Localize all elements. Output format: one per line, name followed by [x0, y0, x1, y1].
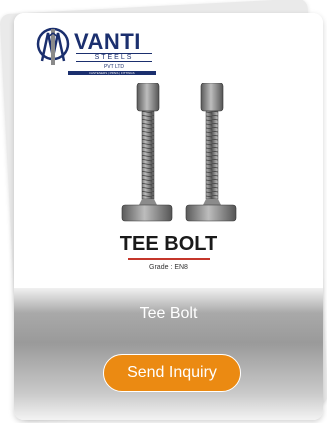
- product-image: VANTI STEELS PVT LTD FASTENERS | PIPES |…: [14, 13, 323, 288]
- title-underline: [128, 258, 210, 260]
- image-title: TEE BOLT: [119, 233, 218, 255]
- send-inquiry-button[interactable]: Send Inquiry: [103, 354, 241, 392]
- tee-bolt-illustration: [121, 83, 237, 222]
- brand-name: VANTI: [74, 29, 141, 54]
- grade-label: Grade : EN8: [149, 264, 188, 271]
- brand-sub: STEELS: [76, 53, 152, 62]
- vanti-emblem-icon: [36, 27, 70, 65]
- brand-tagline: FASTENERS | PIPES | FITTINGS: [68, 71, 156, 75]
- product-name: Tee Bolt: [139, 305, 198, 322]
- brand-sub2: PVT LTD: [103, 64, 125, 70]
- product-card[interactable]: VANTI STEELS PVT LTD FASTENERS | PIPES |…: [14, 13, 323, 420]
